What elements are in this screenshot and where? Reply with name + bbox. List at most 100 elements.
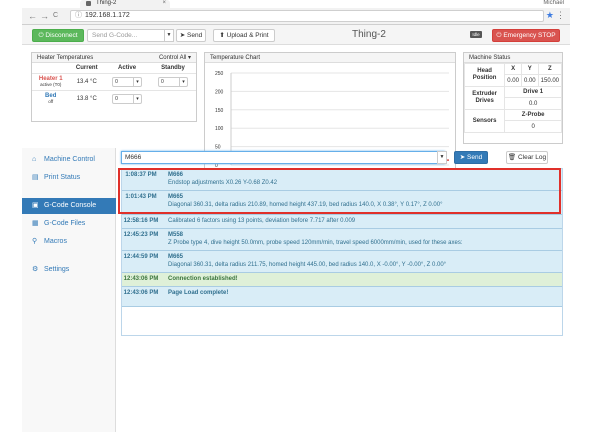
printer-name: Thing-2 [352,29,386,40]
drive-1-label: Drive 1 [504,86,562,98]
log-command: M665 [168,254,184,260]
url-field[interactable]: ⓘ 192.168.1.172 [70,10,544,22]
machine-status-title: Machine Status [469,55,511,61]
top-toolbar: ⏻ Disconnect Send G-Code... ▼ ➤ Send ⬆ U… [22,25,570,45]
col-active: Active [118,65,137,71]
pos-x: 0.00 [504,74,522,87]
y-tick-label: 100 [215,126,224,132]
log-timestamp: 12:43:06 PM [123,276,159,282]
control-all-dropdown[interactable]: Control All ▾ [159,53,191,63]
disconnect-button[interactable]: ⏻ Disconnect [32,29,84,42]
tab-close-icon[interactable]: × [162,0,166,6]
y-tick-label: 250 [215,71,224,77]
sidebar-item-label: Machine Control [44,156,95,163]
temp-chart-header: Temperature Chart [205,53,455,63]
console-input-value: M666 [125,154,142,161]
col-standby: Standby [161,65,185,71]
col-current: Current [75,65,98,71]
console-log-entry: 12:58:16 PM Calibrated 6 factors using 13… [122,215,562,229]
send-gcode-button[interactable]: ➤ Send [176,29,206,42]
tab-title: Thing-2 [96,0,117,6]
sidebar-item-macros[interactable]: ⚲ Macros [22,234,116,250]
heater-table: Current Active Standby Heater 1 active (… [32,63,196,107]
console-history-caret[interactable]: ▼ [437,151,447,164]
files-icon: ▦ [32,220,39,227]
sidebar-item-label: G-Code Console [44,202,97,209]
heater-row-bed: Bed off 13.8 °C 0 ▾ [32,90,196,107]
drive-1-value: 0.0 [504,97,562,110]
chevron-down-icon: ▼ [439,154,445,160]
forward-icon[interactable]: → [40,11,49,21]
highlight-annotation [118,168,561,214]
gcode-placeholder: Send G-Code... [92,32,138,39]
heater-1-status: active (T0) [40,82,62,87]
heater-1-name-cell[interactable]: Heater 1 active (T0) [32,73,70,91]
bookmark-star-icon[interactable]: ★ [546,10,554,21]
axis-z-label: Z [537,63,563,75]
url-text: 192.168.1.172 [85,12,130,19]
sidebar-item-label: Settings [44,266,70,273]
log-timestamp: 12:44:59 PM [123,254,159,260]
sidebar-item-label: Print Status [44,174,81,181]
info-icon[interactable]: ⓘ [75,11,82,21]
heater-panel-header: Heater Temperatures Control All ▾ [32,53,196,63]
zprobe-value: 0 [504,120,562,133]
head-position-label: Head Position [463,63,506,87]
console-log-entry: 12:43:06 PM Page Load complete! [122,287,562,307]
profile-name[interactable]: Michael [543,0,564,6]
machine-status-header: Machine Status [464,53,562,63]
machine-status-table: Head Position X Y Z 0.00 0.00 150.00 Ext… [463,63,563,133]
emergency-stop-button[interactable]: ⏻ Emergency STOP [492,29,560,42]
log-message: Calibrated 6 factors using 13 points, de… [168,218,356,224]
home-icon: ⌂ [32,156,37,163]
log-message: Z Probe type 4, dive height 50.0mm, prob… [168,240,463,246]
caret-down-icon: ▾ [187,55,191,61]
address-bar: ← → C ⓘ 192.168.1.172 ★ ⋮ [22,8,570,25]
col-heater [32,63,69,74]
console-log-entry: 12:45:23 PM M558 Z Probe type 4, dive heig… [122,229,562,251]
print-status-icon: ▤ [32,174,39,181]
gcode-history-caret[interactable]: ▼ [164,29,174,42]
axis-y-label: Y [520,63,539,75]
zprobe-label: Z-Probe [504,109,562,121]
log-timestamp: 12:43:06 PM [123,290,159,296]
back-icon[interactable]: ← [28,11,37,21]
bed-active-select[interactable]: 0 ▾ [112,94,143,104]
sidebar-item-gcode-console[interactable]: ▣ G-Code Console [22,198,116,214]
sidebar-item-print-status[interactable]: ▤ Print Status [22,170,116,186]
sidebar-item-machine-control[interactable]: ⌂ Machine Control [22,152,116,168]
log-timestamp: 12:58:16 PM [123,218,159,224]
heater-1-standby-select[interactable]: 0 ▾ [158,77,189,87]
macros-icon: ⚲ [32,238,38,245]
log-timestamp: 12:45:23 PM [123,232,159,238]
bed-name-cell[interactable]: Bed off [32,90,70,107]
log-command: M558 [168,232,184,238]
gcode-input[interactable]: Send G-Code... [87,29,165,42]
browser-menu-icon[interactable]: ⋮ [556,10,565,21]
heater-1-current: 13.4 °C [69,73,105,91]
caret-down-icon: ▾ [133,94,141,104]
reload-icon[interactable]: C [53,11,58,21]
chevron-down-icon: ▼ [166,32,172,38]
y-tick-label: 150 [215,108,224,114]
heater-1-active-select[interactable]: 0 ▾ [112,77,143,87]
log-message: Connection established! [168,276,238,282]
sidebar: ⌂ Machine Control ▤ Print Status ▣ G-Cod… [22,148,116,432]
upload-print-button[interactable]: ⬆ Upload & Print [213,29,275,42]
caret-down-icon: ▾ [179,77,187,87]
browser-tab[interactable]: Thing-2 × [80,0,170,8]
temp-chart-title: Temperature Chart [210,55,261,61]
console-log-entry: 12:44:59 PM M665 Diagonal 360.31, delta ra… [122,251,562,273]
sidebar-item-gcode-files[interactable]: ▦ G-Code Files [22,216,116,232]
upload-icon: ⬆ [219,32,227,39]
pos-z: 150.00 [537,74,563,87]
console-command-input[interactable]: M666 [121,151,445,164]
clear-log-button[interactable]: 🗑 Clear Log [506,151,548,164]
sidebar-item-label: G-Code Files [44,220,86,227]
console-send-button[interactable]: ➤ Send [454,151,488,164]
favicon-icon [86,1,91,6]
sidebar-item-settings[interactable]: ⚙ Settings [22,262,116,278]
machine-status-panel: Machine Status Head Position X Y Z 0.00 … [463,52,563,144]
pos-y: 0.00 [520,74,539,87]
extruder-drives-label: Extruder Drives [463,86,506,110]
